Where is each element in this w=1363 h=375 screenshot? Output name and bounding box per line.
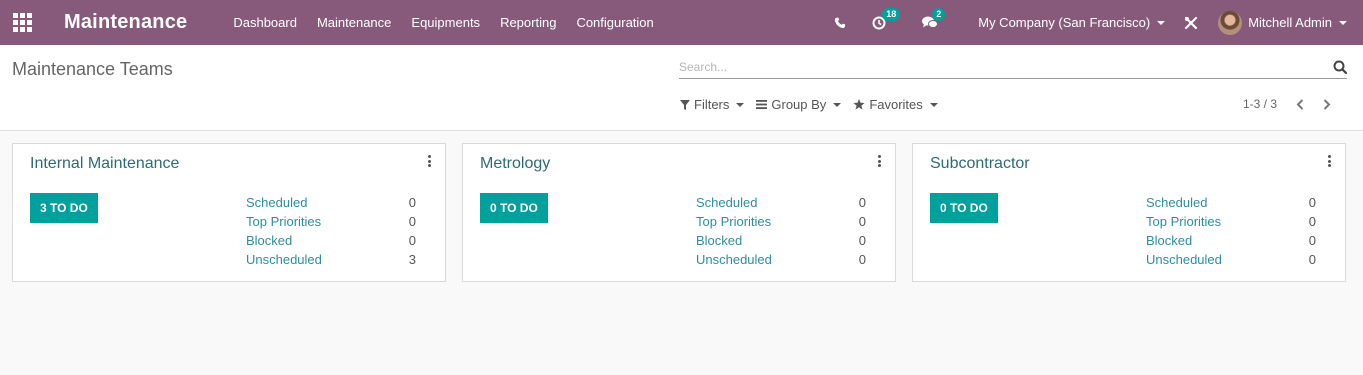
team-card[interactable]: Subcontractor 0 TO DO Scheduled 0 Top Pri… [912, 143, 1346, 282]
team-name[interactable]: Internal Maintenance [30, 155, 179, 173]
menu-dashboard[interactable]: Dashboard [233, 15, 297, 30]
stat-label[interactable]: Top Priorities [696, 214, 771, 233]
chevron-down-icon [833, 102, 842, 107]
chevron-down-icon [736, 102, 745, 107]
chevron-down-icon [929, 102, 938, 107]
stat-value: 0 [408, 233, 416, 248]
list-icon [756, 100, 768, 109]
messages-count-badge: 2 [932, 8, 946, 21]
menu-reporting[interactable]: Reporting [500, 15, 556, 30]
chevron-left-icon[interactable] [1296, 98, 1304, 110]
navbar-systray: 18 2 My Company (San Francisco) Mitchell… [834, 0, 1363, 45]
activity-count-badge: 18 [882, 7, 901, 21]
group-by-label: Group By [771, 97, 827, 112]
stat-label[interactable]: Top Priorities [1146, 214, 1221, 233]
stat-value: 0 [1308, 233, 1316, 248]
filters-button[interactable]: Filters [680, 97, 745, 112]
company-name: My Company (San Francisco) [978, 15, 1151, 30]
team-stats: Scheduled 0 Top Priorities 0 Blocked 0 Unsc… [246, 195, 416, 271]
stat-label[interactable]: Unscheduled [1146, 252, 1222, 271]
stat-value: 0 [408, 195, 416, 210]
user-name: Mitchell Admin [1248, 15, 1332, 30]
stat-label[interactable]: Scheduled [1146, 195, 1207, 214]
stat-row-unscheduled: Unscheduled 0 [696, 252, 866, 271]
stat-row-blocked: Blocked 0 [246, 233, 416, 252]
stat-row-unscheduled: Unscheduled 3 [246, 252, 416, 271]
stat-value: 0 [1308, 252, 1316, 267]
phone-icon[interactable] [834, 17, 846, 29]
search-options: Filters Group By Favorites [680, 97, 950, 112]
stat-value: 0 [1308, 214, 1316, 229]
team-stats: Scheduled 0 Top Priorities 0 Blocked 0 Unsc… [1146, 195, 1316, 271]
stat-value: 3 [408, 252, 416, 267]
stat-value: 0 [408, 214, 416, 229]
stat-label[interactable]: Unscheduled [696, 252, 772, 271]
stat-label[interactable]: Top Priorities [246, 214, 321, 233]
todo-button[interactable]: 0 TO DO [480, 193, 548, 223]
stat-label[interactable]: Blocked [696, 233, 742, 252]
chevron-down-icon [1157, 20, 1166, 25]
tools-icon[interactable] [1184, 16, 1198, 30]
kebab-menu-icon[interactable] [878, 155, 881, 169]
team-name[interactable]: Metrology [480, 155, 550, 173]
stat-value: 0 [1308, 195, 1316, 210]
stat-row-blocked: Blocked 0 [1146, 233, 1316, 252]
apps-grid-icon [12, 13, 32, 32]
stat-row-top-priorities: Top Priorities 0 [696, 214, 866, 233]
stat-label[interactable]: Scheduled [246, 195, 307, 214]
stat-row-top-priorities: Top Priorities 0 [1146, 214, 1316, 233]
group-by-button[interactable]: Group By [756, 97, 842, 112]
stat-row-scheduled: Scheduled 0 [696, 195, 866, 214]
stat-row-blocked: Blocked 0 [696, 233, 866, 252]
control-panel: Maintenance Teams Filters Group By Favor… [0, 45, 1363, 131]
app-title[interactable]: Maintenance [64, 11, 187, 34]
stat-value: 0 [858, 195, 866, 210]
stat-label[interactable]: Blocked [246, 233, 292, 252]
breadcrumb: Maintenance Teams [12, 59, 173, 79]
search-icon[interactable] [1333, 60, 1348, 79]
stat-row-top-priorities: Top Priorities 0 [246, 214, 416, 233]
team-name[interactable]: Subcontractor [930, 155, 1030, 173]
todo-button[interactable]: 3 TO DO [30, 193, 98, 223]
favorites-label: Favorites [869, 97, 923, 112]
star-icon [853, 99, 865, 110]
activity-button[interactable]: 18 [872, 7, 901, 30]
pager: 1-3 / 3 [1243, 97, 1331, 111]
chevron-right-icon[interactable] [1323, 98, 1331, 110]
todo-button[interactable]: 0 TO DO [930, 193, 998, 223]
menu-configuration[interactable]: Configuration [576, 15, 653, 30]
pager-value[interactable]: 1-3 / 3 [1243, 97, 1277, 111]
stat-label[interactable]: Scheduled [696, 195, 757, 214]
team-card[interactable]: Internal Maintenance 3 TO DO Scheduled 0 … [12, 143, 446, 282]
stat-value: 0 [858, 214, 866, 229]
favorites-button[interactable]: Favorites [853, 97, 938, 112]
search-input[interactable] [679, 57, 1319, 77]
team-stats: Scheduled 0 Top Priorities 0 Blocked 0 Unsc… [696, 195, 866, 271]
menu-maintenance[interactable]: Maintenance [317, 15, 391, 30]
kebab-menu-icon[interactable] [1328, 155, 1331, 169]
menu-equipments[interactable]: Equipments [411, 15, 480, 30]
stat-row-scheduled: Scheduled 0 [1146, 195, 1316, 214]
avatar [1218, 10, 1243, 35]
stat-row-scheduled: Scheduled 0 [246, 195, 416, 214]
top-navbar: Maintenance Dashboard Maintenance Equipm… [0, 0, 1363, 45]
stat-value: 0 [858, 252, 866, 267]
stat-label[interactable]: Blocked [1146, 233, 1192, 252]
company-switcher[interactable]: My Company (San Francisco) [978, 15, 1166, 30]
search-bar [679, 57, 1348, 79]
stat-row-unscheduled: Unscheduled 0 [1146, 252, 1316, 271]
stat-label[interactable]: Unscheduled [246, 252, 322, 271]
main-menu: Dashboard Maintenance Equipments Reporti… [233, 15, 673, 30]
messages-button[interactable]: 2 [922, 8, 946, 29]
apps-menu-button[interactable] [0, 0, 44, 45]
kebab-menu-icon[interactable] [428, 155, 431, 169]
stat-value: 0 [858, 233, 866, 248]
filters-label: Filters [694, 97, 730, 112]
user-menu[interactable]: Mitchell Admin [1218, 10, 1347, 35]
team-card[interactable]: Metrology 0 TO DO Scheduled 0 Top Priorit… [462, 143, 896, 282]
filter-icon [680, 99, 690, 110]
chevron-down-icon [1339, 20, 1347, 25]
